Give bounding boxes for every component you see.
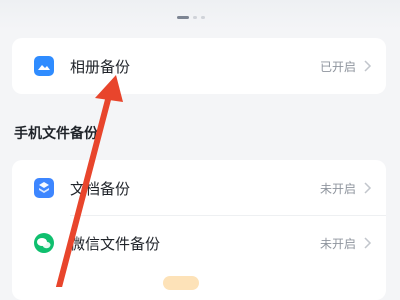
page-dot (201, 16, 205, 19)
wechat-file-backup-row[interactable]: 微信文件备份 未开启 (12, 215, 386, 271)
wechat-icon (34, 233, 54, 253)
album-backup-row[interactable]: 相册备份 已开启 (12, 38, 386, 94)
top-fade (0, 0, 400, 30)
chevron-right-icon (364, 182, 372, 194)
page-dot (193, 16, 197, 19)
album-backup-card: 相册备份 已开启 (12, 38, 386, 94)
document-backup-status: 未开启 (319, 181, 356, 196)
document-icon (34, 178, 54, 198)
header-text (125, 0, 275, 4)
chevron-right-icon (364, 60, 372, 72)
wechat-file-backup-status: 未开启 (319, 236, 356, 251)
phone-files-card: 文档备份 未开启 微信文件备份 未开启 (12, 160, 386, 300)
promo-badge (163, 276, 199, 290)
section-title-phone-files: 手机文件备份 (14, 126, 98, 142)
album-backup-label: 相册备份 (70, 57, 131, 76)
album-backup-status: 已开启 (319, 59, 356, 74)
document-backup-row[interactable]: 文档备份 未开启 (12, 160, 386, 216)
chevron-right-icon (364, 237, 372, 249)
page-dot-active (177, 16, 189, 19)
album-icon (34, 56, 54, 76)
document-backup-label: 文档备份 (70, 179, 131, 198)
wechat-file-backup-label: 微信文件备份 (70, 234, 161, 253)
page-indicator (177, 16, 205, 19)
